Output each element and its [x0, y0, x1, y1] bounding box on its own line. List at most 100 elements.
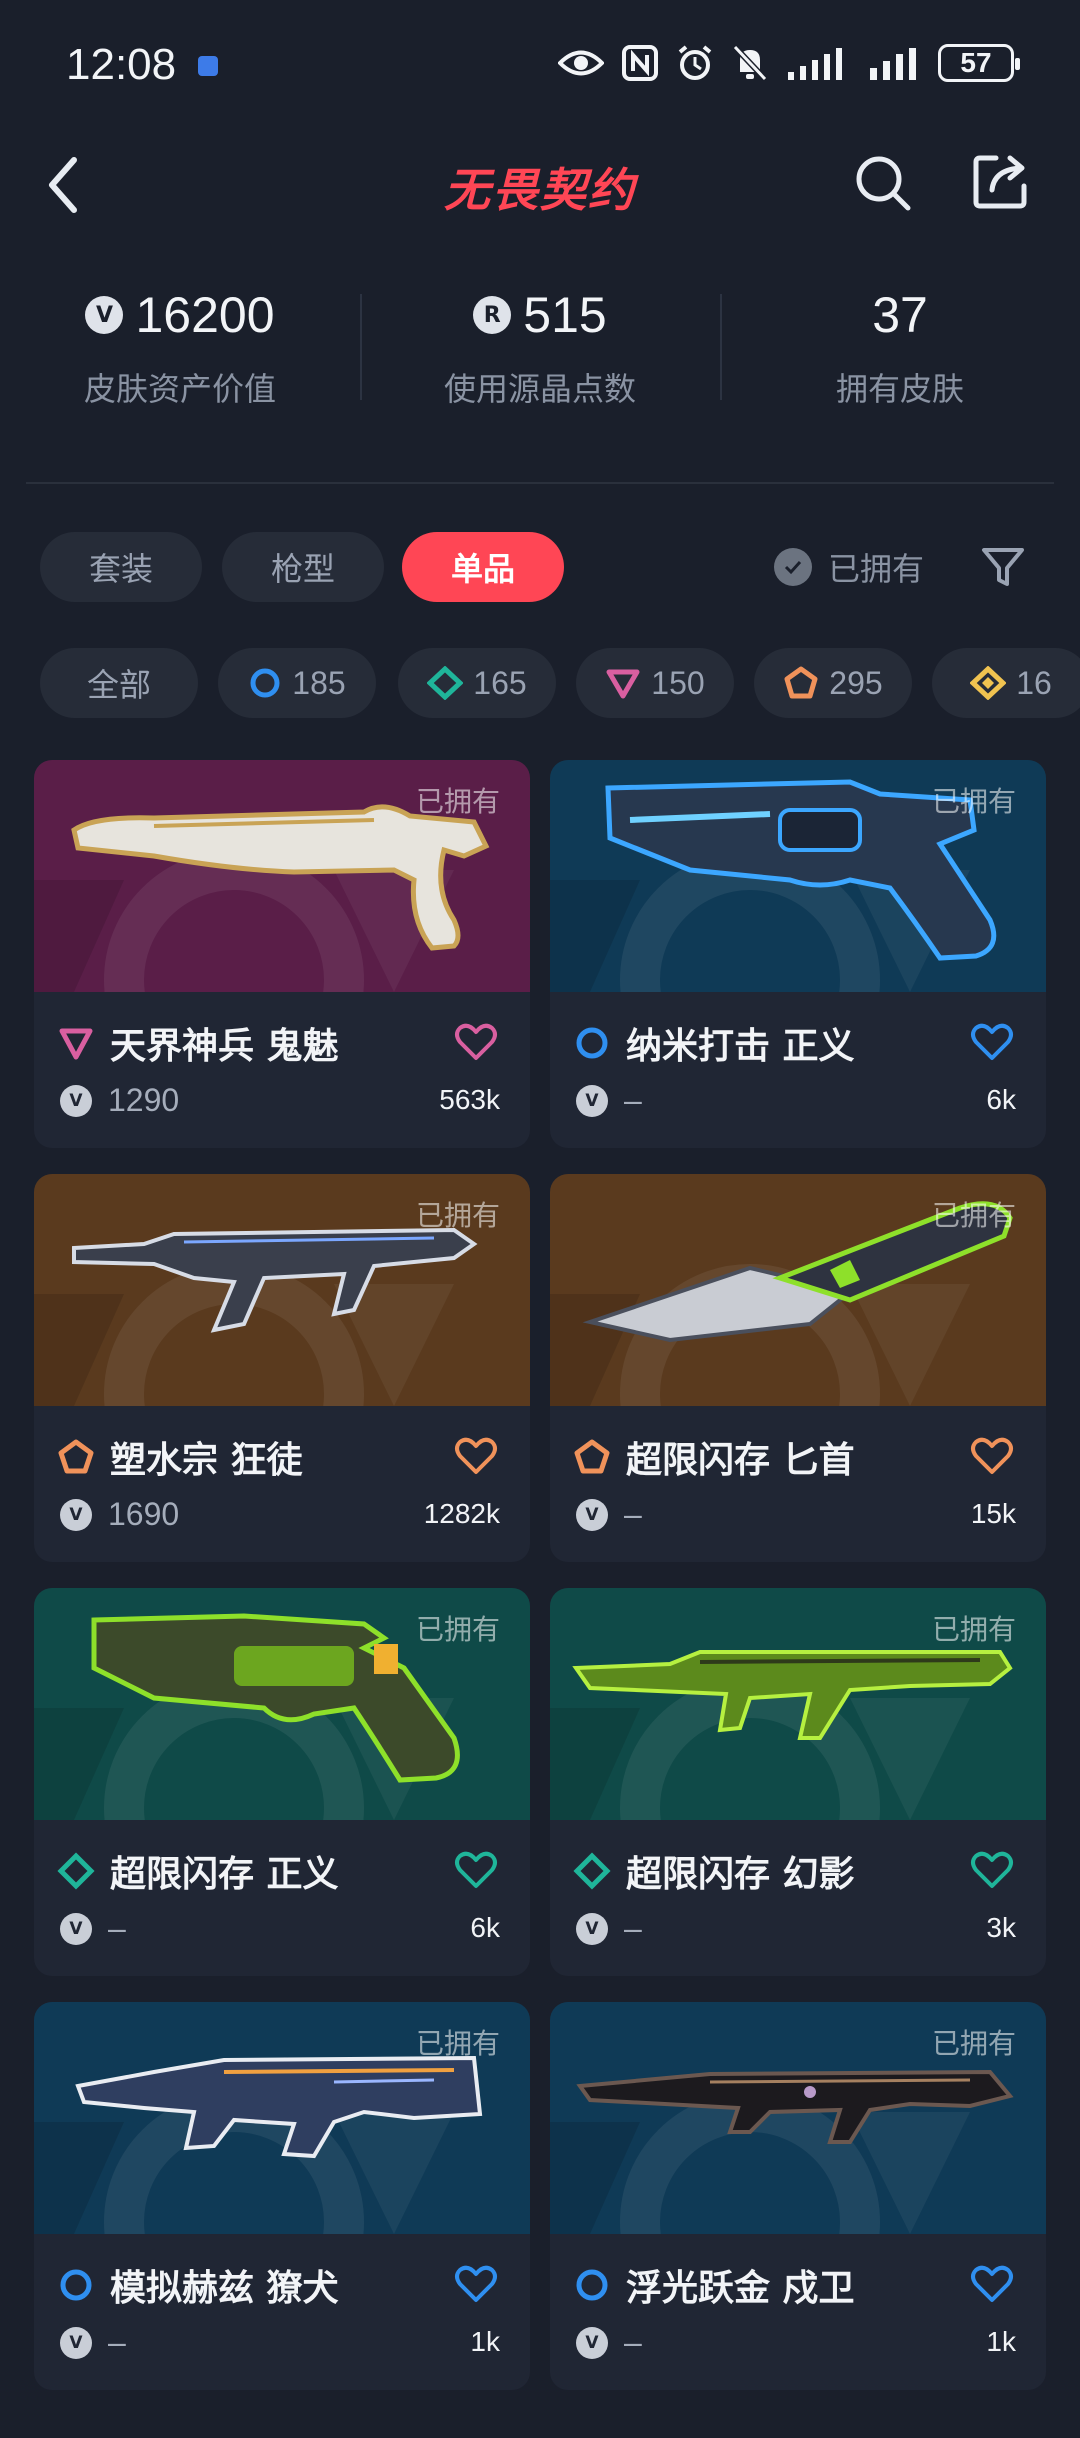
owned-tag: 已拥有 — [415, 1613, 500, 1646]
skin-image: 已拥有 — [34, 760, 530, 992]
owned-tag: 已拥有 — [415, 1199, 500, 1232]
skin-card[interactable]: 已拥有 超限闪存 匕首 V – 15k — [550, 1174, 1046, 1562]
tab-bundles[interactable]: 套装 — [40, 532, 202, 602]
radianite-icon: R — [473, 296, 512, 334]
skin-name: 超限闪存 幻影 — [626, 1854, 855, 1895]
skin-card[interactable]: 已拥有 超限闪存 幻影 V – 3k — [550, 1588, 1046, 1976]
card-name-row: 超限闪存 幻影 — [572, 1848, 1024, 1895]
skin-card[interactable]: 已拥有 浮光跃金 戍卫 V – 1k — [550, 2002, 1046, 2390]
status-icons: 57 — [558, 44, 1020, 82]
card-name-row: 天界神兵 鬼魅 — [56, 1020, 508, 1067]
skin-price: 1690 — [108, 1496, 180, 1532]
chip-label: 185 — [292, 664, 346, 701]
skin-name: 天界神兵 鬼魅 — [110, 1026, 339, 1067]
stat-value: 515 — [523, 287, 607, 343]
skin-name: 浮光跃金 戍卫 — [626, 2268, 855, 2309]
stat-value: 16200 — [135, 287, 275, 343]
exclusive-tier-icon — [572, 1437, 612, 1477]
deluxe-tier-icon — [427, 666, 464, 700]
heart-icon[interactable] — [970, 2264, 1014, 2304]
status-bar: 12:08 57 — [0, 0, 1080, 130]
skin-card[interactable]: 已拥有 塑水宗 狂徒 V 1690 1282k — [34, 1174, 530, 1562]
share-icon[interactable] — [970, 150, 1032, 212]
chip-label: 295 — [829, 664, 883, 701]
signal-icon — [788, 48, 842, 80]
vp-currency-icon: V — [60, 1912, 92, 1945]
card-name-row: 塑水宗 狂徒 — [56, 1434, 508, 1481]
tab-row: 套装 枪型 单品 已拥有 — [0, 532, 1080, 604]
price-row: V 1690 — [60, 1496, 179, 1533]
premium-tier-icon — [606, 669, 640, 699]
like-count: 1282k — [423, 1498, 500, 1529]
skin-image: 已拥有 — [550, 1588, 1046, 1820]
price-row: V 1290 — [60, 1082, 179, 1119]
like-count: 6k — [470, 1912, 500, 1943]
like-count: 6k — [986, 1084, 1016, 1115]
vp-currency-icon: V — [576, 2326, 608, 2359]
stat-asset-value: V 16200 皮肤资产价值 — [0, 280, 360, 430]
stat-label: 皮肤资产价值 — [83, 370, 276, 408]
signal-icon-2 — [870, 48, 916, 80]
tab-weapon-type[interactable]: 枪型 — [222, 532, 384, 602]
skin-price: – — [624, 2324, 642, 2360]
search-icon[interactable] — [852, 152, 914, 214]
skin-price: – — [108, 2324, 126, 2360]
chip-label: 全部 — [86, 667, 151, 703]
card-name-row: 浮光跃金 戍卫 — [572, 2262, 1024, 2309]
notification-icon — [198, 56, 218, 76]
owned-tag: 已拥有 — [931, 785, 1016, 818]
skin-price: – — [624, 1910, 642, 1946]
skin-card[interactable]: 已拥有 超限闪存 正义 V – 6k — [34, 1588, 530, 1976]
select-tier-icon — [56, 2265, 96, 2305]
heart-icon[interactable] — [970, 1850, 1014, 1890]
chip-ultra-tier[interactable]: 16 — [932, 648, 1080, 718]
skin-image: 已拥有 — [550, 760, 1046, 992]
alarm-icon — [678, 45, 712, 80]
heart-icon[interactable] — [970, 1022, 1014, 1062]
heart-icon[interactable] — [454, 2264, 498, 2304]
chip-premium-tier[interactable]: 150 — [576, 648, 734, 718]
vp-currency-icon: V — [576, 1084, 608, 1117]
vp-currency-icon: V — [60, 1498, 92, 1531]
skin-image: 已拥有 — [34, 1588, 530, 1820]
vp-currency-icon: V — [576, 1498, 608, 1531]
chip-exclusive-tier[interactable]: 295 — [754, 648, 912, 718]
owned-filter-toggle[interactable]: 已拥有 — [774, 544, 924, 590]
stat-radianite: R 515 使用源晶点数 — [360, 280, 720, 430]
like-count: 1k — [986, 2326, 1016, 2357]
skin-image: 已拥有 — [550, 1174, 1046, 1406]
price-row: V – — [576, 1910, 642, 1947]
skin-name: 塑水宗 狂徒 — [110, 1440, 303, 1481]
select-tier-icon — [572, 1023, 612, 1063]
heart-icon[interactable] — [454, 1850, 498, 1890]
chip-deluxe-tier[interactable]: 165 — [398, 648, 556, 718]
eye-icon — [558, 50, 604, 76]
nfc-icon — [622, 45, 658, 81]
price-row: V – — [576, 2324, 642, 2361]
vp-currency-icon: V — [60, 1084, 92, 1117]
select-tier-icon — [572, 2265, 612, 2305]
stat-owned-skins: 37 拥有皮肤 — [720, 280, 1080, 430]
skin-card[interactable]: 已拥有 天界神兵 鬼魅 V 1290 563k — [34, 760, 530, 1148]
card-name-row: 超限闪存 正义 — [56, 1848, 508, 1895]
chip-all[interactable]: 全部 — [40, 648, 198, 718]
skin-name: 超限闪存 匕首 — [626, 1440, 855, 1481]
tab-items[interactable]: 单品 — [402, 532, 564, 602]
heart-icon[interactable] — [454, 1436, 498, 1476]
skin-card[interactable]: 已拥有 纳米打击 正义 V – 6k — [550, 760, 1046, 1148]
card-name-row: 超限闪存 匕首 — [572, 1434, 1024, 1481]
heart-icon[interactable] — [454, 1022, 498, 1062]
filter-icon[interactable] — [978, 542, 1028, 592]
tier-chip-row: 全部 185 165 150 295 16 — [0, 648, 1080, 720]
deluxe-tier-icon — [572, 1851, 612, 1891]
skin-name: 超限闪存 正义 — [110, 1854, 339, 1895]
skin-card[interactable]: 已拥有 模拟赫兹 獠犬 V – 1k — [34, 2002, 530, 2390]
deluxe-tier-icon — [56, 1851, 96, 1891]
like-count: 3k — [986, 1912, 1016, 1943]
owned-tag: 已拥有 — [415, 2027, 500, 2060]
heart-icon[interactable] — [970, 1436, 1014, 1476]
chip-label: 16 — [1016, 664, 1052, 701]
skin-price: – — [108, 1910, 126, 1946]
skin-price: 1290 — [108, 1082, 180, 1118]
chip-select-tier[interactable]: 185 — [218, 648, 376, 718]
